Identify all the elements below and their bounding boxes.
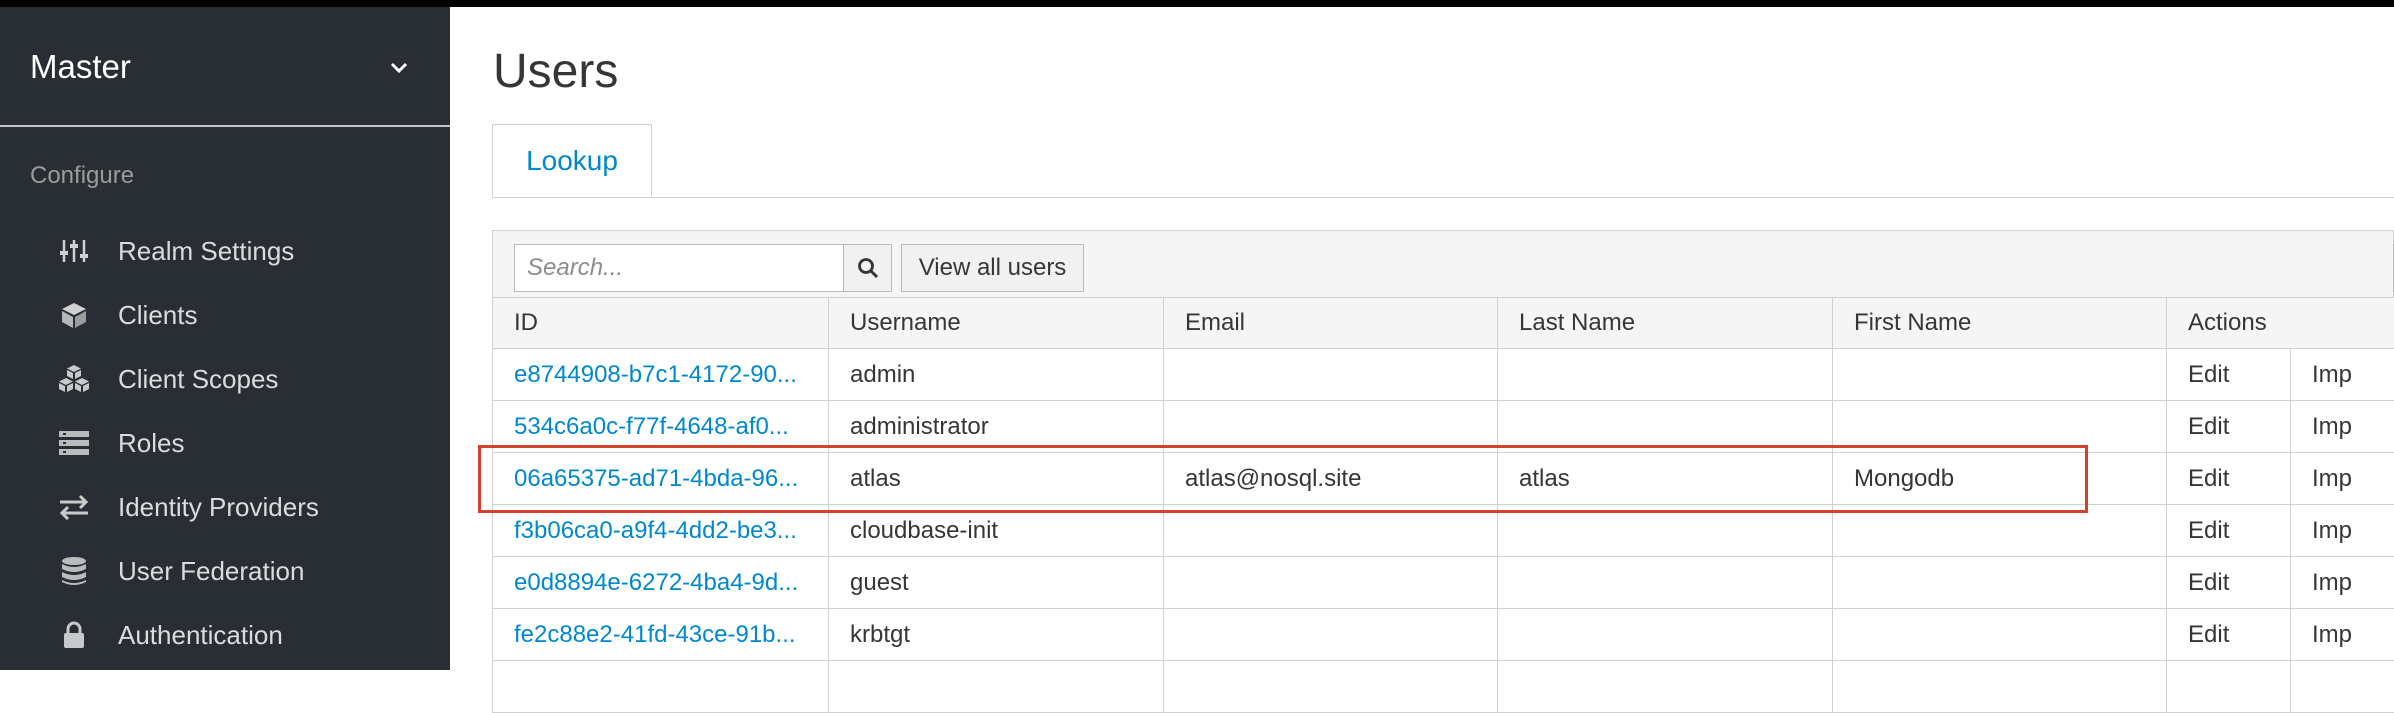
user-id-link[interactable]: f3b06ca0-a9f4-4dd2-be3... [514, 517, 797, 544]
sidebar-item-label: Realm Settings [118, 236, 294, 267]
lock-icon [57, 619, 91, 651]
table-row: fe2c88e2-41fd-43ce-91b... krbtgt Edit Im… [493, 609, 2394, 661]
username-cell: guest [829, 557, 1164, 609]
cubes-icon [57, 363, 91, 395]
sidebar-nav: Realm Settings Clients [0, 219, 450, 667]
sidebar: Master Configure Realm Settings [0, 7, 450, 670]
sidebar-item-identity-providers[interactable]: Identity Providers [0, 475, 450, 539]
list-icon [57, 427, 91, 459]
impersonate-button[interactable]: Imp [2291, 609, 2394, 661]
edit-button[interactable]: Edit [2167, 453, 2291, 505]
username-cell: atlas [829, 453, 1164, 505]
sidebar-item-label: Identity Providers [118, 492, 319, 523]
view-all-users-button[interactable]: View all users [901, 244, 1084, 292]
username-cell: cloudbase-init [829, 505, 1164, 557]
last-name-cell [1498, 557, 1833, 609]
first-name-cell [1833, 609, 2167, 661]
cube-icon [57, 299, 91, 331]
email-cell [1164, 557, 1498, 609]
user-id-link[interactable]: e8744908-b7c1-4172-90... [514, 361, 797, 388]
table-row [493, 661, 2394, 713]
first-name-cell [1833, 401, 2167, 453]
impersonate-button[interactable]: Imp [2291, 349, 2394, 401]
sidebar-item-user-federation[interactable]: User Federation [0, 539, 450, 603]
sidebar-item-authentication[interactable]: Authentication [0, 603, 450, 667]
column-header-last-name[interactable]: Last Name [1498, 298, 1833, 349]
sidebar-item-label: User Federation [118, 556, 304, 587]
configure-section-title: Configure [30, 162, 134, 190]
sidebar-item-realm-settings[interactable]: Realm Settings [0, 219, 450, 283]
page-title: Users [493, 44, 618, 99]
column-header-email[interactable]: Email [1164, 298, 1498, 349]
user-id-link[interactable]: e0d8894e-6272-4ba4-9d... [514, 569, 798, 596]
search-input[interactable] [514, 244, 844, 292]
last-name-cell: atlas [1498, 453, 1833, 505]
search-button[interactable] [843, 244, 892, 292]
users-table: ID Username Email Last Name First Name A… [492, 297, 2394, 713]
username-cell: krbtgt [829, 609, 1164, 661]
sidebar-item-label: Client Scopes [118, 364, 278, 395]
edit-button[interactable]: Edit [2167, 505, 2291, 557]
search-icon [857, 257, 879, 279]
first-name-cell: Mongodb [1833, 453, 2167, 505]
column-header-username[interactable]: Username [829, 298, 1164, 349]
table-header-row: ID Username Email Last Name First Name A… [493, 298, 2394, 349]
edit-button[interactable]: Edit [2167, 349, 2291, 401]
impersonate-button[interactable]: Imp [2291, 401, 2394, 453]
last-name-cell [1498, 609, 1833, 661]
table-row: f3b06ca0-a9f4-4dd2-be3... cloudbase-init… [493, 505, 2394, 557]
email-cell [1164, 401, 1498, 453]
chevron-down-icon [388, 57, 410, 79]
table-row: 534c6a0c-f77f-4648-af0... administrator … [493, 401, 2394, 453]
column-header-actions: Actions [2167, 298, 2394, 349]
sidebar-item-roles[interactable]: Roles [0, 411, 450, 475]
username-cell: admin [829, 349, 1164, 401]
realm-selector[interactable]: Master [0, 7, 450, 127]
sidebar-item-label: Clients [118, 300, 197, 331]
last-name-cell [1498, 349, 1833, 401]
database-icon [57, 555, 91, 587]
user-id-link[interactable]: 534c6a0c-f77f-4648-af0... [514, 413, 789, 440]
email-cell [1164, 505, 1498, 557]
top-bar [0, 0, 2394, 7]
table-row: 06a65375-ad71-4bda-96... atlas atlas@nos… [493, 453, 2394, 505]
impersonate-button[interactable]: Imp [2291, 557, 2394, 609]
username-cell: administrator [829, 401, 1164, 453]
last-name-cell [1498, 505, 1833, 557]
realm-name: Master [30, 48, 131, 86]
tab-bar: Lookup [492, 118, 2394, 198]
user-id-link[interactable]: 06a65375-ad71-4bda-96... [514, 465, 798, 492]
email-cell [1164, 349, 1498, 401]
table-row: e8744908-b7c1-4172-90... admin Edit Imp [493, 349, 2394, 401]
sidebar-item-clients[interactable]: Clients [0, 283, 450, 347]
sidebar-item-label: Authentication [118, 620, 283, 651]
sidebar-item-label: Roles [118, 428, 184, 459]
first-name-cell [1833, 557, 2167, 609]
impersonate-button[interactable]: Imp [2291, 453, 2394, 505]
column-header-id[interactable]: ID [493, 298, 829, 349]
main-content: Users Lookup View all users ID Username … [450, 7, 2394, 670]
first-name-cell [1833, 505, 2167, 557]
edit-button[interactable]: Edit [2167, 401, 2291, 453]
last-name-cell [1498, 401, 1833, 453]
edit-button[interactable]: Edit [2167, 557, 2291, 609]
tab-lookup[interactable]: Lookup [492, 124, 652, 197]
exchange-icon [57, 491, 91, 523]
sliders-icon [57, 235, 91, 267]
edit-button[interactable]: Edit [2167, 609, 2291, 661]
toolbar: View all users [492, 230, 2394, 298]
column-header-first-name[interactable]: First Name [1833, 298, 2167, 349]
sidebar-item-client-scopes[interactable]: Client Scopes [0, 347, 450, 411]
impersonate-button[interactable]: Imp [2291, 505, 2394, 557]
user-id-link[interactable]: fe2c88e2-41fd-43ce-91b... [514, 621, 796, 648]
email-cell: atlas@nosql.site [1164, 453, 1498, 505]
tab-label: Lookup [526, 145, 618, 177]
table-row: e0d8894e-6272-4ba4-9d... guest Edit Imp [493, 557, 2394, 609]
first-name-cell [1833, 349, 2167, 401]
email-cell [1164, 609, 1498, 661]
